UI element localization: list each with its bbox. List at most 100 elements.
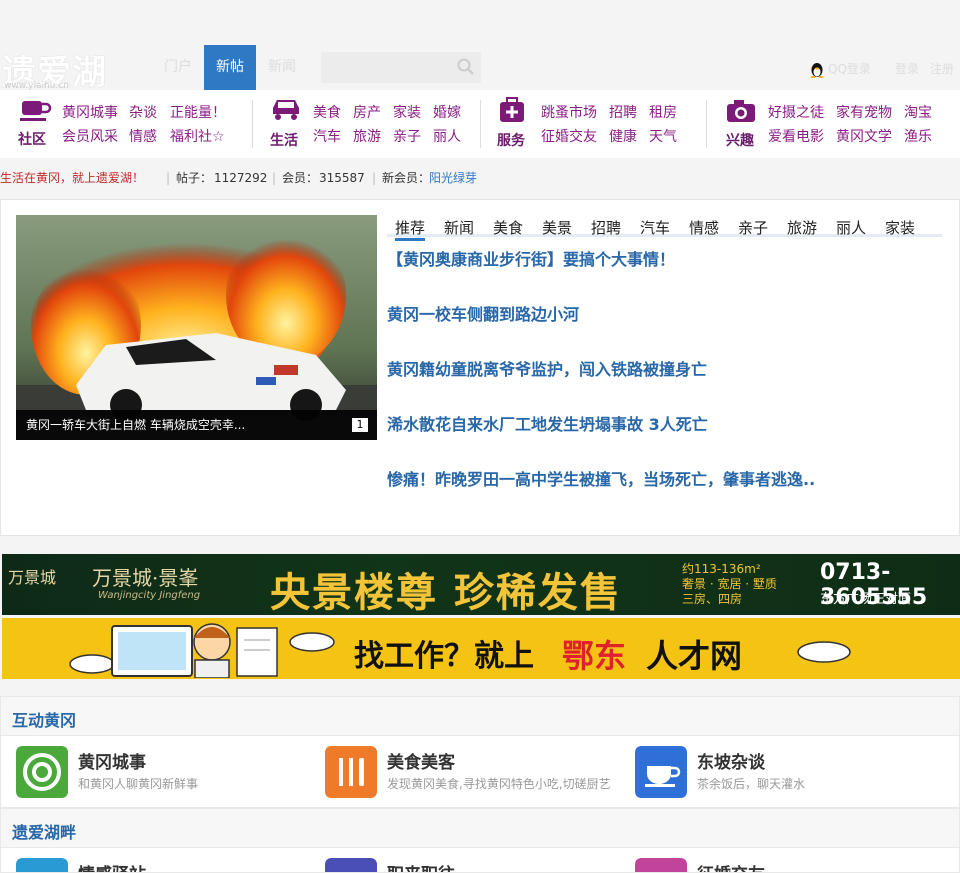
forum-name[interactable]: 美食美客 — [387, 748, 455, 773]
nav-portal[interactable]: 门户 — [152, 45, 204, 90]
category-link[interactable]: 黄冈城事 — [62, 102, 118, 122]
slide-index[interactable]: 1 — [352, 418, 368, 432]
category-link[interactable]: 家有宠物 — [836, 102, 892, 122]
tab-food[interactable]: 美食 — [493, 217, 523, 238]
category-interest: 兴趣 好摄之徒 家有宠物 淘宝 爱看电影 黄冈文学 渔乐 — [710, 90, 960, 158]
ad-brand-project: 万景城·景峯 — [92, 566, 199, 590]
category-title-community[interactable]: 社区 — [18, 129, 46, 149]
category-link[interactable]: 丽人 — [433, 126, 461, 146]
jobs-ad-banner[interactable]: 找工作？就上 鄂东 人才网 — [2, 618, 960, 679]
forum-name[interactable]: 黄冈城事 — [78, 748, 146, 773]
tab-beauty[interactable]: 丽人 — [836, 217, 866, 238]
real-estate-ad-banner[interactable]: 万景城 万景城·景峯 Wanjingcity Jingfeng 央景楼尊 珍稀发… — [2, 554, 960, 615]
category-link[interactable]: 汽车 — [313, 126, 341, 146]
new-member-link[interactable]: 阳光绿芽 — [429, 158, 477, 198]
ad-brand-en: Wanjingcity Jingfeng — [98, 590, 201, 601]
people-icon — [635, 858, 687, 872]
forum-name[interactable]: 东坡杂谈 — [697, 748, 765, 773]
forum-item[interactable]: 征婚交友 — [635, 858, 935, 872]
section-title[interactable]: 遗爱湖畔 — [12, 819, 76, 843]
category-link[interactable]: 爱看电影 — [768, 126, 824, 146]
search-icon[interactable] — [457, 58, 475, 76]
tab-home-decor[interactable]: 家装 — [885, 217, 915, 238]
category-link[interactable]: 淘宝 — [904, 102, 932, 122]
category-link[interactable]: 房产 — [353, 102, 381, 122]
coffee-cup-icon — [20, 101, 52, 121]
tab-recommend[interactable]: 推荐 — [395, 217, 426, 241]
login-link[interactable]: 登录 — [895, 60, 919, 77]
category-link[interactable]: 健康 — [609, 126, 637, 146]
tab-jobs[interactable]: 招聘 — [591, 217, 621, 238]
category-link[interactable]: 正能量！ — [170, 102, 226, 122]
nav-new-posts[interactable]: 新帖 — [204, 45, 256, 90]
tab-emotion[interactable]: 情感 — [689, 217, 719, 238]
category-link[interactable]: 会员风采 — [62, 126, 118, 146]
headline-link[interactable]: 惨痛！昨晚罗田一高中学生被撞飞，当场死亡，肇事者逃逸.. — [387, 466, 815, 490]
nav-news[interactable]: 新闻 — [256, 45, 308, 90]
qq-login-link[interactable]: QQ登录 — [810, 60, 871, 78]
forum-item[interactable]: 东坡杂谈 茶余饭后，聊天灌水 — [635, 746, 935, 798]
forum-item[interactable]: 职来职往 — [325, 858, 625, 872]
divider: | — [166, 171, 171, 185]
headline-link[interactable]: 黄冈一校车侧翻到路边小河 — [387, 301, 579, 325]
headline-link[interactable]: 黄冈籍幼童脱离爷爷监护，闯入铁路被撞身亡 — [387, 356, 707, 380]
camera-icon — [727, 100, 755, 122]
tab-parenting[interactable]: 亲子 — [738, 217, 768, 238]
register-link[interactable]: 注册 — [930, 60, 954, 77]
forum-item[interactable]: 美食美客 发现黄冈美食,寻找黄冈特色小吃,切磋厨艺 — [325, 746, 625, 798]
category-link[interactable]: 租房 — [649, 102, 677, 122]
category-service: 服务 跳蚤市场 招聘 租房 征婚交友 健康 天气 — [483, 90, 703, 158]
car-icon — [273, 100, 299, 120]
category-title-life[interactable]: 生活 — [270, 130, 298, 150]
category-link[interactable]: 情感 — [129, 126, 157, 146]
category-link[interactable]: 杂谈 — [129, 102, 157, 122]
ad-detail-line: 约113-136m² — [682, 562, 761, 576]
category-title-service[interactable]: 服务 — [497, 130, 525, 150]
category-link[interactable]: 天气 — [649, 126, 677, 146]
category-link[interactable]: 征婚交友 — [541, 126, 597, 146]
featured-slideshow[interactable]: 黄冈一轿车大街上自燃 车辆烧成空壳幸... 1 — [16, 215, 377, 440]
tab-travel[interactable]: 旅游 — [787, 217, 817, 238]
category-title-interest[interactable]: 兴趣 — [726, 130, 754, 150]
members-label: 会员： — [282, 171, 319, 185]
forum-item[interactable]: 情感驿站 — [16, 858, 316, 872]
forum-item[interactable]: 黄冈城事 和黄冈人聊黄冈新鲜事 — [16, 746, 316, 798]
forum-name[interactable]: 职来职往 — [387, 860, 455, 872]
search-input[interactable] — [321, 52, 481, 83]
qq-penguin-icon — [810, 62, 824, 78]
site-logo[interactable]: 遗爱湖 www.yiaihu.cn — [0, 45, 145, 93]
category-link[interactable]: 美食 — [313, 102, 341, 122]
tab-news[interactable]: 新闻 — [444, 217, 474, 238]
category-link[interactable]: 招聘 — [609, 102, 637, 122]
fork-knife-icon — [325, 746, 377, 798]
category-link[interactable]: 好摄之徒 — [768, 102, 824, 122]
teacup-icon — [635, 746, 687, 798]
category-link[interactable]: 亲子 — [393, 126, 421, 146]
forum-description: 茶余饭后，聊天灌水 — [697, 777, 806, 791]
site-slogan: 生活在黄冈，就上遗爱湖！ — [0, 171, 145, 185]
headline-link[interactable]: 浠水散花自来水厂工地发生坍塌事故 3人死亡 — [387, 411, 708, 435]
slide-caption[interactable]: 黄冈一轿车大街上自燃 车辆烧成空壳幸... 1 — [16, 410, 377, 440]
category-link[interactable]: 福利社☆ — [170, 126, 225, 146]
site-stats-bar: 生活在黄冈，就上遗爱湖！ | 帖子： 1127292 | 会员： 315587 … — [0, 158, 960, 198]
divider — [706, 100, 707, 148]
tab-cars[interactable]: 汽车 — [640, 217, 670, 238]
forum-name[interactable]: 征婚交友 — [697, 860, 765, 872]
members-count: 315587 — [319, 171, 365, 185]
section-header: 遗爱湖畔 — [0, 808, 960, 848]
category-link[interactable]: 旅游 — [353, 126, 381, 146]
category-link[interactable]: 黄冈文学 — [836, 126, 892, 146]
category-link[interactable]: 家装 — [393, 102, 421, 122]
forum-name[interactable]: 情感驿站 — [78, 860, 146, 872]
category-link[interactable]: 渔乐 — [904, 126, 932, 146]
category-link[interactable]: 跳蚤市场 — [541, 102, 597, 122]
tab-scenery[interactable]: 美景 — [542, 217, 572, 238]
ad-details: 约113-136m² 奢景 · 宽居 · 墅质 三房、四房 — [682, 562, 777, 607]
featured-section: 黄冈一轿车大街上自燃 车辆烧成空壳幸... 1 推荐 新闻 美食 美景 招聘 汽… — [0, 199, 960, 536]
headline-link[interactable]: 【黄冈奥康商业步行街】要搞个大事情！ — [387, 246, 675, 270]
section-title[interactable]: 互动黄冈 — [12, 707, 76, 731]
medical-kit-icon — [500, 97, 524, 122]
category-link[interactable]: 婚嫁 — [433, 102, 461, 122]
qq-login-label: QQ登录 — [828, 62, 871, 76]
category-bar: 社区 黄冈城事 杂谈 正能量！ 会员风采 情感 福利社☆ 生活 美食 房产 家装… — [0, 90, 960, 158]
